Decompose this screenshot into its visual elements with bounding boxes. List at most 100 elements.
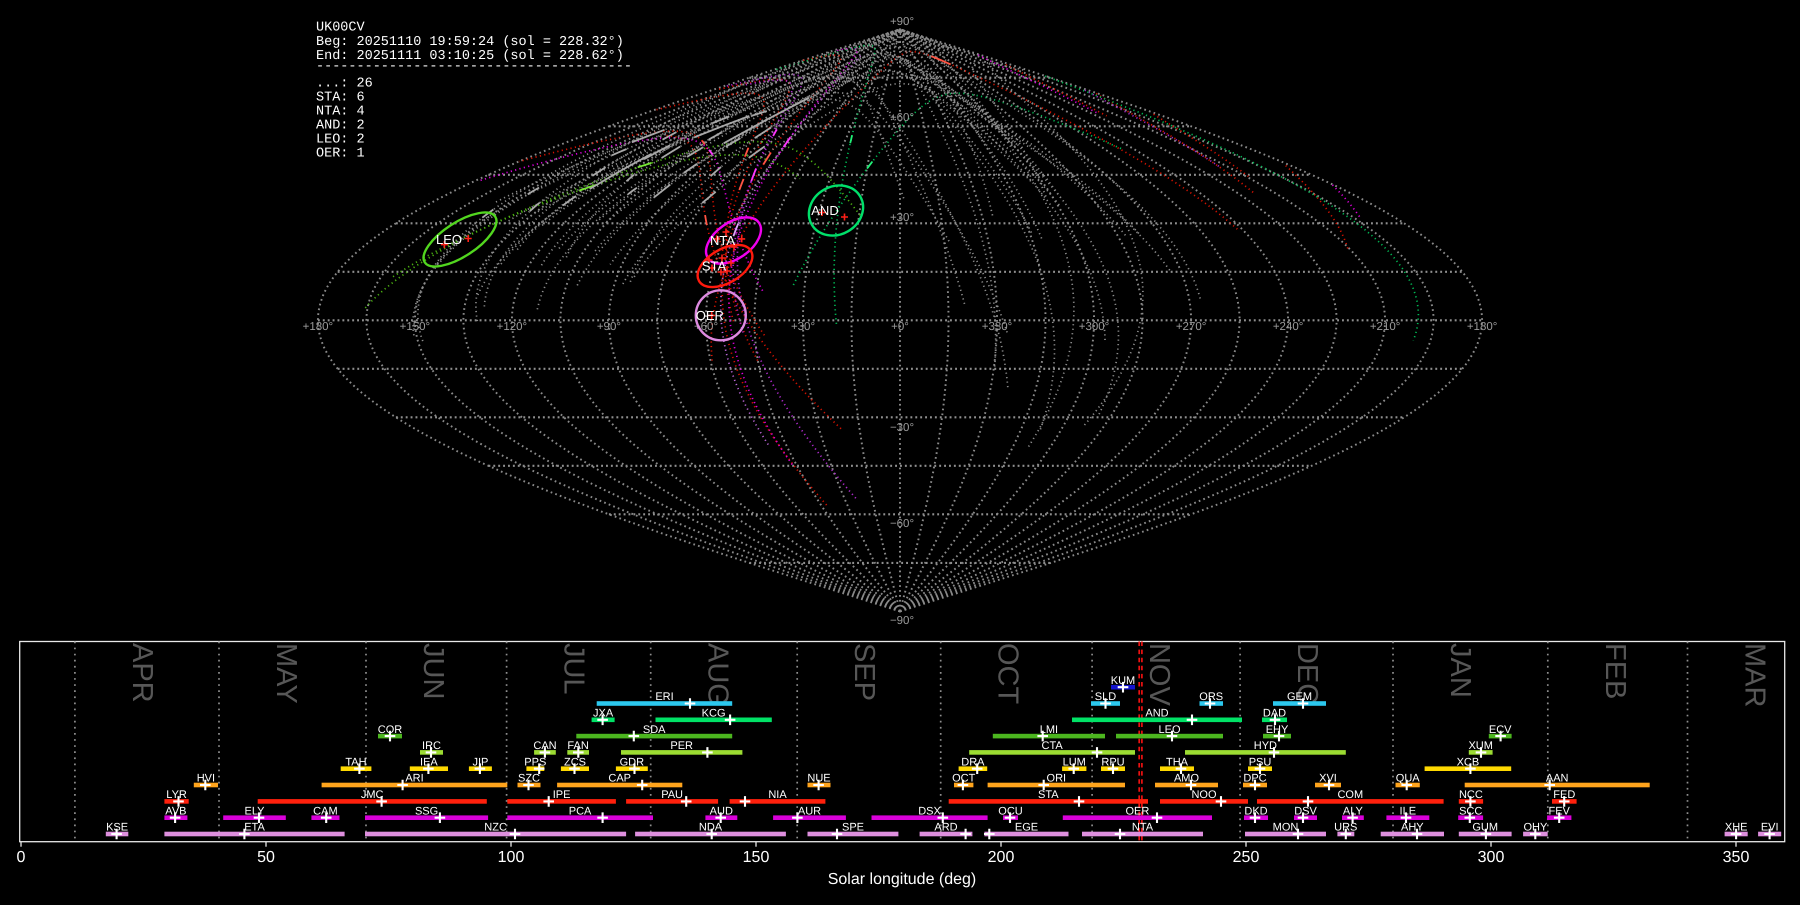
- svg-text:DKD: DKD: [1244, 805, 1267, 817]
- svg-text:AVB: AVB: [165, 805, 186, 817]
- svg-text:+90°: +90°: [890, 16, 914, 28]
- svg-text:GDR: GDR: [620, 756, 645, 768]
- svg-text:JXA: JXA: [593, 708, 614, 720]
- svg-text:UK00CV: UK00CV: [316, 21, 366, 36]
- svg-text:URS: URS: [1334, 822, 1357, 834]
- svg-text:PPS: PPS: [524, 756, 546, 768]
- svg-text:100: 100: [498, 849, 525, 866]
- svg-text:EVI: EVI: [1761, 822, 1779, 834]
- svg-text:OER: 1: OER: 1: [316, 147, 365, 162]
- svg-text:STA: STA: [1038, 789, 1059, 801]
- svg-text:KUM: KUM: [1111, 675, 1135, 687]
- svg-text:200: 200: [988, 849, 1015, 866]
- svg-text:SSG: SSG: [415, 805, 438, 817]
- svg-text:OHY: OHY: [1523, 822, 1548, 834]
- svg-text:−60°: −60°: [890, 518, 914, 530]
- svg-text:TAH: TAH: [345, 756, 366, 768]
- svg-text:ECV: ECV: [1489, 724, 1512, 736]
- svg-text:OCU: OCU: [998, 805, 1023, 817]
- svg-text:AND: AND: [811, 203, 838, 218]
- svg-text:AND: AND: [1145, 708, 1168, 720]
- svg-text:HYD: HYD: [1254, 740, 1277, 752]
- svg-text:ALY: ALY: [1343, 805, 1364, 817]
- svg-text:LYR: LYR: [166, 789, 187, 801]
- svg-text:FAN: FAN: [567, 740, 588, 752]
- svg-text:+270°: +270°: [1176, 321, 1207, 333]
- svg-text:DAD: DAD: [1263, 708, 1286, 720]
- svg-text:AHY: AHY: [1401, 822, 1424, 834]
- svg-text:50: 50: [257, 849, 275, 866]
- svg-text:SZC: SZC: [518, 773, 540, 785]
- svg-text:AAN: AAN: [1546, 773, 1569, 785]
- svg-text:GUM: GUM: [1472, 822, 1498, 834]
- svg-text:LEO: 2: LEO: 2: [316, 133, 365, 148]
- svg-text:LUM: LUM: [1063, 756, 1086, 768]
- svg-text:EGE: EGE: [1015, 822, 1038, 834]
- svg-text:OER: OER: [696, 308, 724, 323]
- svg-text:NUE: NUE: [807, 773, 830, 785]
- svg-text:KCG: KCG: [702, 708, 726, 720]
- svg-text:THA: THA: [1166, 756, 1189, 768]
- svg-text:+30°: +30°: [890, 212, 914, 224]
- svg-text:QUA: QUA: [1396, 773, 1421, 785]
- svg-text:0: 0: [17, 849, 26, 866]
- svg-text:PAU: PAU: [661, 789, 683, 801]
- svg-text:IRC: IRC: [422, 740, 441, 752]
- svg-text:+210°: +210°: [1370, 321, 1401, 333]
- svg-text:HVI: HVI: [197, 773, 215, 785]
- svg-text:FEB: FEB: [1599, 643, 1631, 699]
- svg-text:COR: COR: [378, 724, 403, 736]
- svg-text:−90°: −90°: [890, 615, 914, 627]
- svg-text:JIP: JIP: [472, 756, 488, 768]
- svg-text:PCA: PCA: [569, 805, 592, 817]
- svg-text:FED: FED: [1553, 789, 1575, 801]
- svg-text:SEP: SEP: [848, 643, 880, 701]
- svg-text:JAN: JAN: [1444, 643, 1476, 698]
- svg-text:AMO: AMO: [1174, 773, 1200, 785]
- svg-text:OER: OER: [1125, 805, 1149, 817]
- svg-text:XUM: XUM: [1468, 740, 1492, 752]
- svg-text:+90°: +90°: [597, 321, 621, 333]
- svg-text:PSU: PSU: [1249, 756, 1272, 768]
- svg-text:IPE: IPE: [553, 789, 571, 801]
- svg-text:NOV: NOV: [1143, 643, 1175, 707]
- svg-text:MON: MON: [1273, 822, 1299, 834]
- svg-text:ZCS: ZCS: [564, 756, 586, 768]
- svg-text:FEV: FEV: [1548, 805, 1570, 817]
- svg-text:+0°: +0°: [891, 321, 909, 333]
- svg-text:ETA: ETA: [244, 822, 265, 834]
- svg-text:NTA: NTA: [1132, 822, 1154, 834]
- svg-text:300: 300: [1478, 849, 1505, 866]
- svg-text:JUN: JUN: [417, 643, 449, 699]
- svg-text:XHE: XHE: [1725, 822, 1748, 834]
- svg-text:PER: PER: [670, 740, 693, 752]
- svg-text:XVI: XVI: [1319, 773, 1337, 785]
- svg-text:AUD: AUD: [710, 805, 733, 817]
- svg-text:SCC: SCC: [1459, 805, 1482, 817]
- svg-text:DPC: DPC: [1243, 773, 1266, 785]
- svg-text:JUL: JUL: [558, 643, 590, 695]
- svg-text:ORS: ORS: [1199, 691, 1223, 703]
- svg-text:CAP: CAP: [608, 773, 631, 785]
- svg-text:IEA: IEA: [420, 756, 438, 768]
- svg-text:CAN: CAN: [533, 740, 556, 752]
- svg-text:EHY: EHY: [1266, 724, 1289, 736]
- svg-text:ARD: ARD: [934, 822, 957, 834]
- svg-text:NZC: NZC: [484, 822, 507, 834]
- svg-text:+240°: +240°: [1273, 321, 1304, 333]
- svg-text:+180°: +180°: [1467, 321, 1498, 333]
- svg-text:LEO: LEO: [1158, 724, 1180, 736]
- svg-text:+180°: +180°: [303, 321, 334, 333]
- svg-text:NDA: NDA: [699, 822, 723, 834]
- svg-text:NIA: NIA: [768, 789, 787, 801]
- svg-text:ELY: ELY: [245, 805, 266, 817]
- svg-text:ORI: ORI: [1047, 773, 1067, 785]
- svg-text:Beg: 20251110 19:59:24 (sol =: Beg: 20251110 19:59:24 (sol = 228.32°): [316, 35, 624, 50]
- svg-text:MAY: MAY: [270, 643, 302, 704]
- svg-text:NTA: 4: NTA: 4: [316, 105, 365, 120]
- svg-text:OCT: OCT: [952, 773, 976, 785]
- svg-text:NCC: NCC: [1459, 789, 1483, 801]
- svg-text:STA: STA: [702, 259, 727, 274]
- svg-text:DSV: DSV: [1294, 805, 1317, 817]
- svg-text:ILE: ILE: [1400, 805, 1417, 817]
